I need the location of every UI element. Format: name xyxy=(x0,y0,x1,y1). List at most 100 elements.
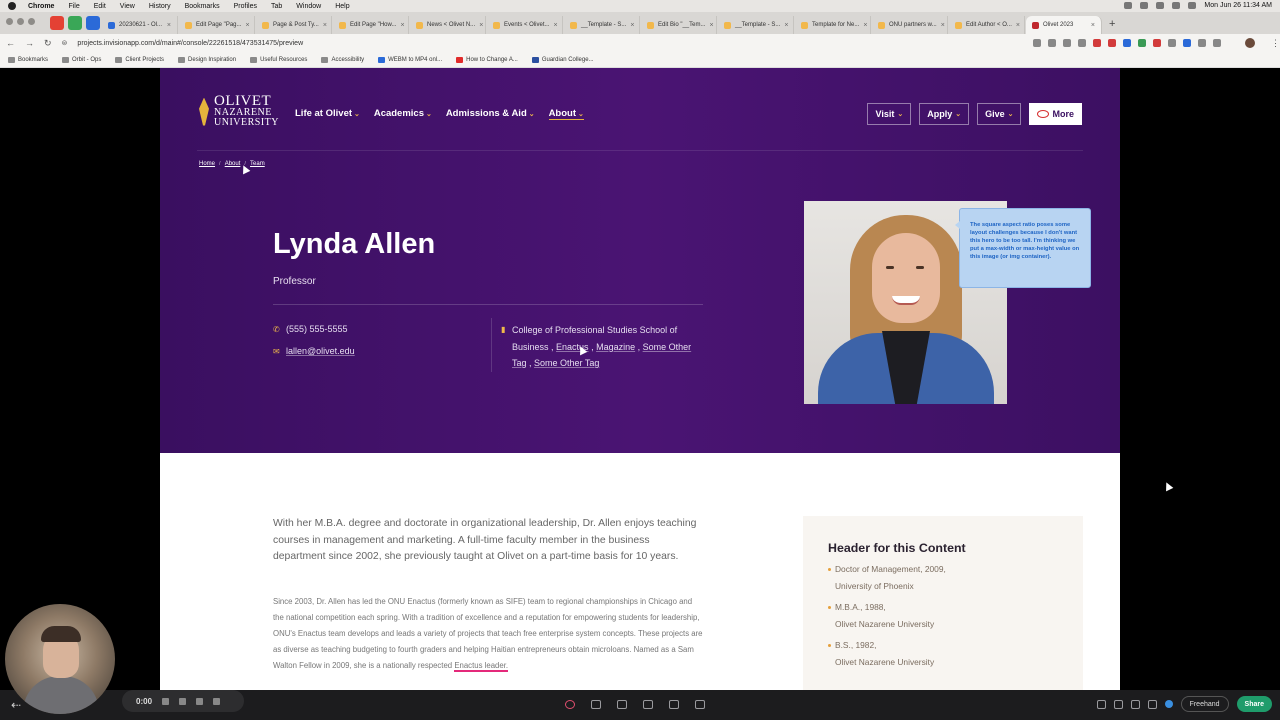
menu-view[interactable]: View xyxy=(120,3,135,10)
bookmark-item[interactable]: Guardian College... xyxy=(531,56,594,63)
menu-edit[interactable]: Edit xyxy=(94,3,106,10)
menu-window[interactable]: Window xyxy=(296,3,321,10)
reload-icon[interactable]: ↻ xyxy=(44,38,52,49)
nav-about[interactable]: About xyxy=(548,108,584,120)
browser-tab[interactable]: ONU partners w... × xyxy=(872,16,948,34)
breadcrumb-home[interactable]: Home xyxy=(199,161,215,167)
extensions-puzzle-icon[interactable] xyxy=(1198,39,1206,47)
menu-profiles[interactable]: Profiles xyxy=(234,3,257,10)
minimize-window-icon[interactable] xyxy=(17,18,24,25)
tag-magazine[interactable]: Magazine xyxy=(596,342,635,352)
close-tab-icon[interactable]: × xyxy=(630,22,634,29)
status-icon[interactable] xyxy=(1140,2,1149,9)
status-icon[interactable] xyxy=(1124,2,1133,9)
extension-icon[interactable] xyxy=(1048,39,1056,47)
link-icon[interactable] xyxy=(1113,699,1123,709)
menu-help[interactable]: Help xyxy=(335,3,349,10)
bookmark-item[interactable]: WEBM to MP4 onl... xyxy=(378,56,442,63)
tag-business[interactable]: Business , xyxy=(512,342,556,352)
close-tab-icon[interactable]: × xyxy=(323,22,327,29)
history-mode-icon[interactable] xyxy=(695,700,705,709)
browser-tab[interactable]: Page & Post Ty... × xyxy=(256,16,332,34)
share-button[interactable]: Share xyxy=(1236,696,1272,712)
close-tab-icon[interactable]: × xyxy=(167,22,171,29)
back-icon[interactable]: ← xyxy=(6,38,15,48)
extension-icon[interactable] xyxy=(1168,39,1176,47)
pause-icon[interactable] xyxy=(196,697,204,705)
settings-icon[interactable] xyxy=(1147,699,1157,709)
wifi-icon[interactable] xyxy=(1156,2,1165,9)
browser-tab[interactable]: Template for Ne... × xyxy=(795,16,871,34)
apply-button[interactable]: Apply xyxy=(919,103,970,125)
pinned-tab-icon[interactable] xyxy=(68,16,82,30)
site-info-icon[interactable]: ⊜ xyxy=(62,39,68,47)
apple-icon[interactable] xyxy=(8,2,16,10)
profile-avatar[interactable] xyxy=(1245,38,1255,48)
browser-tab[interactable]: Edit Page "How... × xyxy=(333,16,409,34)
menu-file[interactable]: File xyxy=(68,3,79,10)
share-icon[interactable] xyxy=(1063,39,1071,47)
more-menu-button[interactable]: More xyxy=(1029,103,1082,125)
browser-tab[interactable]: Events < Olivet... × xyxy=(487,16,563,34)
forward-icon[interactable]: → xyxy=(25,38,34,48)
exit-preview-icon[interactable]: ⇠ xyxy=(8,697,24,713)
menu-tab[interactable]: Tab xyxy=(271,3,282,10)
inspect-mode-icon[interactable] xyxy=(643,700,653,709)
delete-icon[interactable] xyxy=(213,697,221,705)
preview-mode-icon[interactable] xyxy=(591,700,601,709)
bookmark-star-icon[interactable] xyxy=(1078,39,1086,47)
webcam-bubble[interactable] xyxy=(5,604,115,714)
tag-college[interactable]: College of Professional Studies School o… xyxy=(512,325,677,335)
menu-bookmarks[interactable]: Bookmarks xyxy=(185,3,220,10)
extension-icon[interactable] xyxy=(1093,39,1101,47)
tag-some-other-2[interactable]: Some Other Tag xyxy=(534,358,599,368)
pinned-tab-icon[interactable] xyxy=(86,16,100,30)
side-panel-icon[interactable] xyxy=(1213,39,1221,47)
bookmark-item[interactable]: Orbit - Ops xyxy=(62,56,101,63)
browser-tab[interactable]: Edit Author < O... × xyxy=(949,16,1025,34)
close-tab-icon[interactable]: × xyxy=(784,22,788,29)
sync-icon[interactable] xyxy=(1130,699,1140,709)
bookmark-item[interactable]: Useful Resources xyxy=(250,56,307,63)
browser-tab[interactable]: 20230621 - Ol... × xyxy=(102,16,178,34)
phone-number[interactable]: (555) 555-5555 xyxy=(286,324,348,334)
download-icon[interactable] xyxy=(1096,699,1106,709)
browser-tab[interactable]: __Template - S... × xyxy=(718,16,794,34)
bookmark-item[interactable]: Design Inspiration xyxy=(178,56,236,63)
give-button[interactable]: Give xyxy=(977,103,1022,125)
gmail-pinned-tab-icon[interactable] xyxy=(50,16,64,30)
undo-icon[interactable] xyxy=(179,697,187,705)
extension-icon[interactable] xyxy=(1153,39,1161,47)
freehand-button[interactable]: Freehand xyxy=(1180,696,1229,712)
close-tab-icon[interactable]: × xyxy=(246,22,250,29)
invision-comment-note[interactable]: The square aspect ratio poses some layou… xyxy=(955,208,1091,288)
bookmark-item[interactable]: How to Change A... xyxy=(456,56,518,63)
browser-tab-active[interactable]: Olivet 2023 × xyxy=(1026,16,1102,34)
browser-tab[interactable]: Edit Bio "__Tem... × xyxy=(641,16,717,34)
new-tab-icon[interactable]: + xyxy=(1109,18,1115,30)
browser-menu-icon[interactable]: ⋮ xyxy=(1271,38,1280,49)
search-icon[interactable] xyxy=(1188,2,1197,9)
browser-tab[interactable]: __Template - S... × xyxy=(564,16,640,34)
close-tab-icon[interactable]: × xyxy=(1091,22,1095,29)
bookmark-item[interactable]: Client Projects xyxy=(115,56,164,63)
breadcrumb-team[interactable]: Team xyxy=(250,161,265,167)
bookmark-item[interactable]: Bookmarks xyxy=(8,56,48,63)
visit-button[interactable]: Visit xyxy=(867,103,912,125)
close-tab-icon[interactable]: × xyxy=(554,22,558,29)
close-window-icon[interactable] xyxy=(6,18,13,25)
university-logo[interactable]: OLIVET NAZARENE UNIVERSITY xyxy=(197,94,279,128)
comment-mode-icon[interactable] xyxy=(565,700,575,709)
url-field[interactable]: projects.invisionapp.com/d/main#/console… xyxy=(77,40,1023,47)
close-tab-icon[interactable]: × xyxy=(401,22,405,29)
menu-clock[interactable]: Mon Jun 26 11:34 AM xyxy=(1204,2,1272,9)
extension-icon[interactable] xyxy=(1138,39,1146,47)
nav-admissions-aid[interactable]: Admissions & Aid xyxy=(446,108,535,120)
extension-icon[interactable] xyxy=(1123,39,1131,47)
bookmark-item[interactable]: Accessibility xyxy=(321,56,364,63)
menu-history[interactable]: History xyxy=(149,3,171,10)
close-tab-icon[interactable]: × xyxy=(863,22,867,29)
close-tab-icon[interactable]: × xyxy=(709,22,713,29)
close-tab-icon[interactable]: × xyxy=(941,22,945,29)
code-mode-icon[interactable] xyxy=(669,700,679,709)
